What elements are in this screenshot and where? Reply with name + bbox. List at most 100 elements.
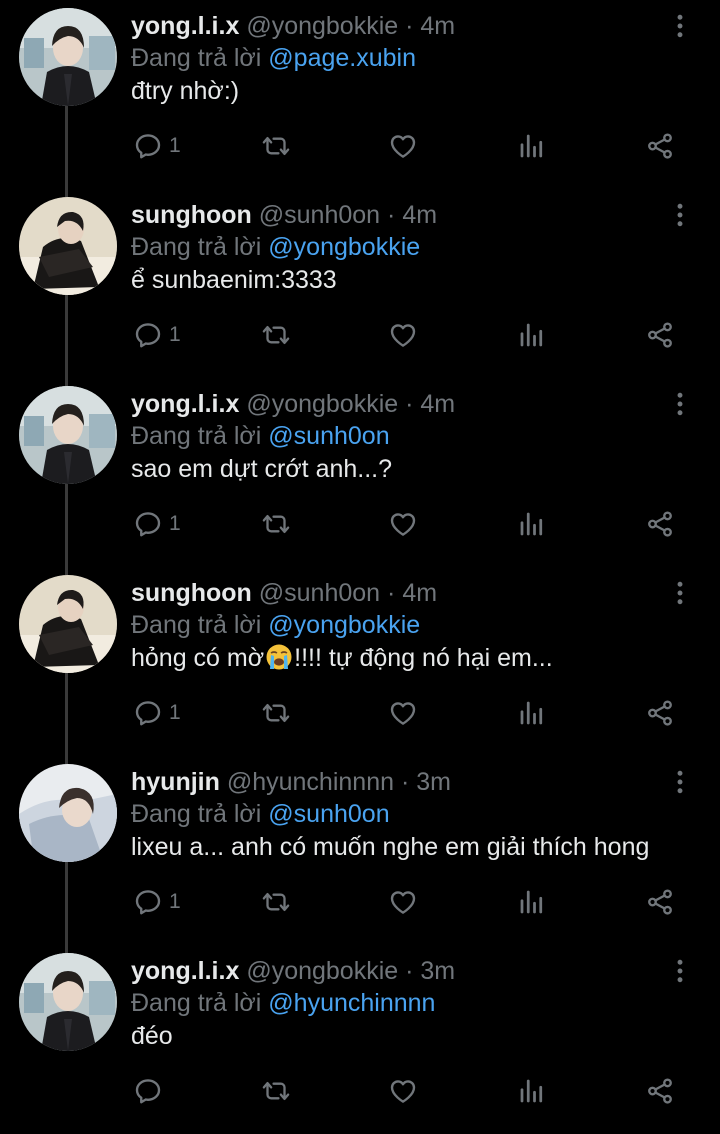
views-button[interactable]	[517, 126, 547, 166]
author-handle[interactable]: @yongbokkie	[246, 957, 398, 985]
bar-chart-icon	[517, 509, 547, 539]
author-name[interactable]: hyunjin	[131, 768, 220, 796]
retweet-button[interactable]	[259, 1071, 293, 1111]
author-handle[interactable]: @yongbokkie	[246, 12, 398, 40]
reply-count: 1	[169, 890, 181, 913]
tweet: sunghoon @sunh0on · 4m Đang trả lời @yong…	[0, 189, 720, 378]
author-name[interactable]: yong.l.i.x	[131, 390, 239, 418]
action-bar: 1	[0, 126, 720, 166]
tweet-text: hỏng có mờ !!!! tự động nó hại em...	[131, 641, 553, 675]
mention-link[interactable]: @yongbokkie	[268, 611, 420, 639]
views-button[interactable]	[517, 882, 547, 922]
avatar[interactable]	[19, 8, 117, 106]
replying-to: Đang trả lời @page.xubin	[131, 42, 416, 74]
views-button[interactable]	[517, 504, 547, 544]
replying-to-label: Đang trả lời	[131, 800, 262, 828]
share-button[interactable]	[645, 126, 675, 166]
more-options-icon[interactable]	[666, 768, 694, 796]
retweet-icon	[259, 1076, 293, 1106]
reply-button[interactable]: 1	[133, 693, 181, 733]
views-button[interactable]	[517, 693, 547, 733]
bar-chart-icon	[517, 320, 547, 350]
mention-link[interactable]: @page.xubin	[268, 44, 416, 72]
heart-icon	[388, 887, 418, 917]
author-name[interactable]: yong.l.i.x	[131, 957, 239, 985]
timestamp[interactable]: 3m	[420, 957, 455, 985]
share-button[interactable]	[645, 882, 675, 922]
replying-to-label: Đang trả lời	[131, 611, 262, 639]
replying-to: Đang trả lời @sunh0on	[131, 420, 390, 452]
share-button[interactable]	[645, 693, 675, 733]
bar-chart-icon	[517, 887, 547, 917]
avatar[interactable]	[19, 764, 117, 862]
bar-chart-icon	[517, 698, 547, 728]
tweet-text-content: sao em dựt crớt anh...?	[131, 455, 393, 483]
more-options-icon[interactable]	[666, 579, 694, 607]
author-handle[interactable]: @yongbokkie	[246, 390, 398, 418]
mention-link[interactable]: @hyunchinnnn	[268, 989, 435, 1017]
like-button[interactable]	[388, 1071, 418, 1111]
tweet-text-content: đéo	[131, 1022, 173, 1050]
tweet-text: đéo	[131, 1019, 173, 1053]
tweet-header: yong.l.i.x @yongbokkie · 3m	[131, 955, 455, 987]
tweet-text-content: đtry nhờ:)	[131, 77, 240, 105]
avatar[interactable]	[19, 386, 117, 484]
mention-link[interactable]: @yongbokkie	[268, 233, 420, 261]
avatar[interactable]	[19, 197, 117, 295]
retweet-button[interactable]	[259, 126, 293, 166]
more-options-icon[interactable]	[666, 957, 694, 985]
more-options-icon[interactable]	[666, 390, 694, 418]
views-button[interactable]	[517, 315, 547, 355]
replying-to: Đang trả lời @yongbokkie	[131, 609, 420, 641]
action-bar: 1	[0, 315, 720, 355]
more-options-icon[interactable]	[666, 12, 694, 40]
reply-thread: yong.l.i.x @yongbokkie · 4m Đang trả lời …	[0, 0, 720, 1119]
reply-button[interactable]: 1	[133, 504, 181, 544]
like-button[interactable]	[388, 315, 418, 355]
share-button[interactable]	[645, 1071, 675, 1111]
reply-button[interactable]: 1	[133, 126, 181, 166]
bar-chart-icon	[517, 131, 547, 161]
timestamp[interactable]: 4m	[402, 579, 437, 607]
retweet-button[interactable]	[259, 882, 293, 922]
share-icon	[645, 509, 675, 539]
author-name[interactable]: sunghoon	[131, 201, 252, 229]
mention-link[interactable]: @sunh0on	[268, 422, 389, 450]
heart-icon	[388, 698, 418, 728]
timestamp[interactable]: 3m	[416, 768, 451, 796]
retweet-button[interactable]	[259, 504, 293, 544]
separator-dot: ·	[405, 390, 414, 418]
author-handle[interactable]: @sunh0on	[259, 201, 380, 229]
author-name[interactable]: sunghoon	[131, 579, 252, 607]
author-handle[interactable]: @hyunchinnnn	[227, 768, 394, 796]
author-name[interactable]: yong.l.i.x	[131, 12, 239, 40]
share-button[interactable]	[645, 315, 675, 355]
reply-button[interactable]: 1	[133, 882, 181, 922]
views-button[interactable]	[517, 1071, 547, 1111]
replying-to-label: Đang trả lời	[131, 44, 262, 72]
heart-icon	[388, 1076, 418, 1106]
avatar[interactable]	[19, 953, 117, 1051]
separator-dot: ·	[387, 579, 396, 607]
like-button[interactable]	[388, 504, 418, 544]
heart-icon	[388, 131, 418, 161]
mention-link[interactable]: @sunh0on	[268, 800, 389, 828]
avatar[interactable]	[19, 575, 117, 673]
timestamp[interactable]: 4m	[420, 12, 455, 40]
like-button[interactable]	[388, 126, 418, 166]
timestamp[interactable]: 4m	[402, 201, 437, 229]
author-handle[interactable]: @sunh0on	[259, 579, 380, 607]
reply-count: 1	[169, 701, 181, 724]
more-options-icon[interactable]	[666, 201, 694, 229]
reply-count: 1	[169, 512, 181, 535]
reply-button[interactable]: 1	[133, 315, 181, 355]
share-button[interactable]	[645, 504, 675, 544]
timestamp[interactable]: 4m	[420, 390, 455, 418]
like-button[interactable]	[388, 882, 418, 922]
retweet-button[interactable]	[259, 693, 293, 733]
retweet-button[interactable]	[259, 315, 293, 355]
reply-button[interactable]	[133, 1071, 163, 1111]
replying-to-label: Đang trả lời	[131, 989, 262, 1017]
share-icon	[645, 320, 675, 350]
like-button[interactable]	[388, 693, 418, 733]
